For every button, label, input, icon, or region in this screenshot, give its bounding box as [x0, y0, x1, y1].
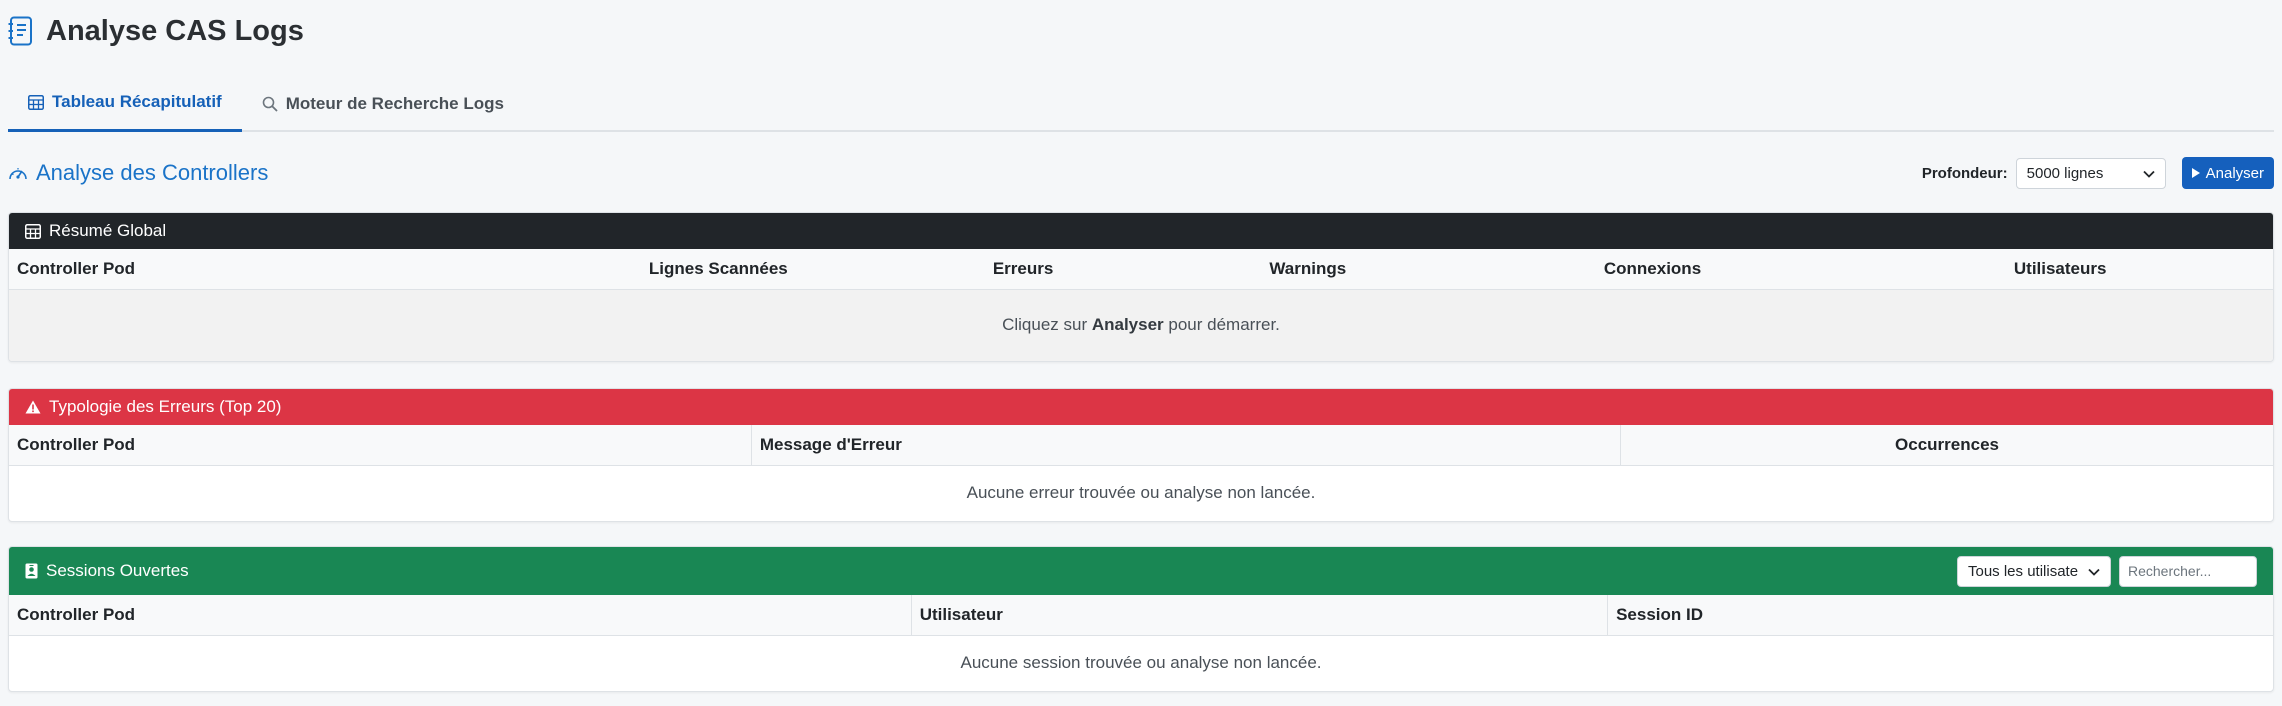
speedometer-icon: [8, 165, 28, 181]
page: Analyse CAS Logs Tableau Récapitulatif M…: [0, 0, 2282, 706]
col-connexions: Connexions: [1457, 249, 1848, 290]
col-controller-pod: Controller Pod: [9, 595, 912, 636]
analyze-label: Analyser: [2205, 164, 2264, 182]
col-controller-pod: Controller Pod: [9, 425, 752, 466]
tab-label: Moteur de Recherche Logs: [285, 93, 504, 113]
summary-card: Résumé Global Controller Pod Lignes Scan…: [8, 212, 2274, 362]
section-title: Analyse des Controllers: [8, 160, 268, 186]
table-icon: [28, 94, 44, 110]
summary-header: Résumé Global: [9, 213, 2273, 249]
tab-tableau-recapitulatif[interactable]: Tableau Récapitulatif: [8, 75, 242, 132]
sessions-search-input[interactable]: [2119, 555, 2257, 587]
empty-bold: Analyser: [1091, 315, 1164, 335]
user-filter-select[interactable]: Tous les utilisate: [1957, 555, 2111, 587]
col-occurrences: Occurrences: [1620, 425, 2273, 466]
col-utilisateurs: Utilisateurs: [1847, 249, 2273, 290]
tab-moteur-recherche-logs[interactable]: Moteur de Recherche Logs: [242, 75, 524, 132]
empty-row: Cliquez sur Analyser pour démarrer.: [9, 289, 2273, 361]
summary-empty-message: Cliquez sur Analyser pour démarrer.: [9, 289, 2273, 361]
errors-table: Controller Pod Message d'Erreur Occurren…: [9, 425, 2273, 521]
search-icon: [262, 96, 278, 112]
errors-header: Typologie des Erreurs (Top 20): [9, 389, 2273, 425]
sessions-controls: Tous les utilisate: [1957, 555, 2257, 587]
col-lignes-scannees: Lignes Scannées: [548, 249, 889, 290]
table-header-row: Controller Pod Message d'Erreur Occurren…: [9, 425, 2273, 466]
person-badge-icon: [25, 563, 38, 579]
col-controller-pod: Controller Pod: [9, 249, 549, 290]
app-title: Analyse CAS Logs: [46, 14, 304, 47]
depth-value: 5000 lignes: [2026, 164, 2104, 182]
chevron-down-icon: [2088, 563, 2100, 580]
errors-empty-message: Aucune erreur trouvée ou analyse non lan…: [966, 483, 1316, 503]
play-icon: [2191, 168, 2200, 178]
col-erreurs: Erreurs: [888, 249, 1158, 290]
errors-title: Typologie des Erreurs (Top 20): [49, 397, 282, 416]
app-header: Analyse CAS Logs: [8, 0, 2274, 62]
sessions-empty-message: Aucune session trouvée ou analyse non la…: [960, 653, 1322, 673]
empty-suffix: pour démarrer.: [1163, 315, 1280, 335]
empty-prefix: Cliquez sur: [1002, 315, 1092, 335]
depth-select[interactable]: 5000 lignes: [2015, 157, 2166, 189]
tab-bar: Tableau Récapitulatif Moteur de Recherch…: [8, 75, 2274, 132]
journal-text-icon: [8, 15, 36, 47]
user-filter-value: Tous les utilisate: [1968, 562, 2079, 580]
tab-label: Tableau Récapitulatif: [52, 92, 222, 111]
empty-row: Aucune erreur trouvée ou analyse non lan…: [9, 465, 2273, 521]
col-message-erreur: Message d'Erreur: [751, 425, 1622, 466]
summary-table: Controller Pod Lignes Scannées Erreurs W…: [9, 249, 2273, 361]
warning-icon: [25, 400, 41, 414]
sessions-title: Sessions Ouvertes: [46, 561, 189, 580]
sessions-table: Controller Pod Utilisateur Session ID Au…: [9, 595, 2273, 691]
col-warnings: Warnings: [1157, 249, 1458, 290]
col-utilisateur: Utilisateur: [911, 595, 1609, 636]
chevron-down-icon: [2143, 165, 2155, 182]
table-header-row: Controller Pod Utilisateur Session ID: [9, 595, 2273, 636]
sessions-header: Sessions Ouvertes Tous les utilisate: [9, 547, 2273, 595]
sessions-card: Sessions Ouvertes Tous les utilisate Con…: [8, 546, 2274, 692]
depth-label: Profondeur:: [1921, 164, 2008, 182]
section-toolbar: Analyse des Controllers Profondeur: 5000…: [8, 132, 2274, 212]
errors-card: Typologie des Erreurs (Top 20) Controlle…: [8, 388, 2274, 522]
empty-row: Aucune session trouvée ou analyse non la…: [9, 635, 2273, 691]
table-icon: [25, 223, 41, 239]
table-header-row: Controller Pod Lignes Scannées Erreurs W…: [9, 249, 2273, 290]
summary-title: Résumé Global: [49, 221, 167, 240]
col-session-id: Session ID: [1607, 595, 2273, 636]
analyze-button[interactable]: Analyser: [2181, 157, 2274, 189]
section-title-text: Analyse des Controllers: [36, 160, 269, 185]
analysis-controls: Profondeur: 5000 lignes Analyser: [1922, 157, 2274, 189]
